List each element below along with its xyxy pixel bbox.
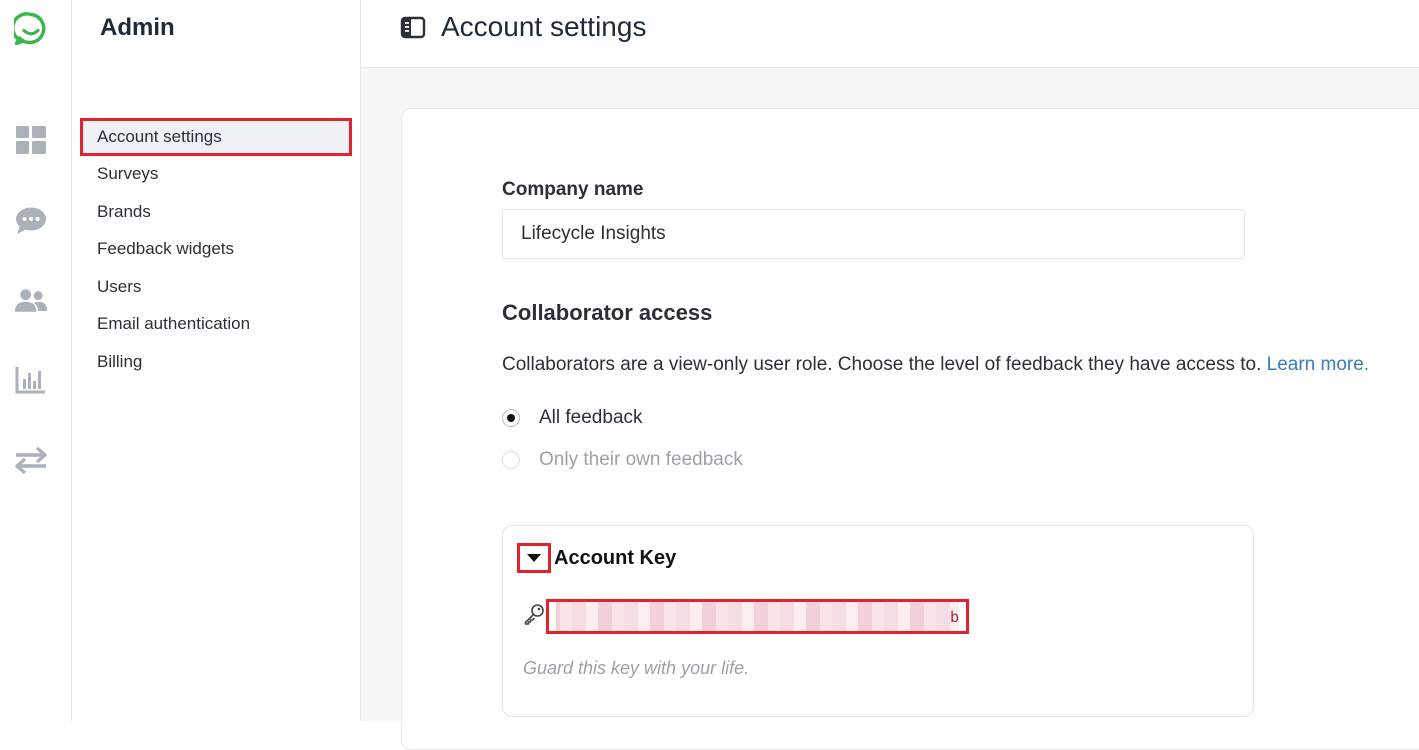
dashboard-icon[interactable] (14, 123, 48, 157)
sidebar-item-users[interactable]: Users (80, 268, 352, 306)
settings-card: Company name Collaborator access Collabo… (401, 108, 1419, 750)
radio-label: Only their own feedback (539, 449, 743, 470)
admin-sidebar: Admin Account settings Surveys Brands Fe… (72, 0, 361, 721)
collaborator-access-title: Collaborator access (502, 300, 713, 325)
radio-own-feedback[interactable]: Only their own feedback (502, 449, 743, 471)
collaborator-description-text: Collaborators are a view-only user role.… (502, 354, 1262, 375)
chat-logo-icon[interactable] (11, 12, 48, 46)
sidebar-item-feedback-widgets[interactable]: Feedback widgets (80, 231, 352, 269)
radio-label: All feedback (539, 407, 643, 428)
page-header: Account settings (361, 0, 1419, 68)
learn-more-link[interactable]: Learn more. (1267, 354, 1369, 375)
redacted-key-mask (556, 609, 950, 625)
feedback-icon[interactable] (14, 204, 48, 238)
integrations-icon[interactable] (14, 443, 48, 477)
radio-button-unchecked[interactable] (502, 451, 520, 469)
company-name-label: Company name (502, 179, 644, 200)
main-content: Company name Collaborator access Collabo… (361, 68, 1419, 750)
sidebar-item-billing[interactable]: Billing (80, 343, 352, 381)
key-icon (523, 603, 545, 625)
people-icon[interactable] (14, 284, 48, 318)
account-key-panel: Account Key b Guard this key with your l… (502, 525, 1254, 717)
sidebar-item-email-authentication[interactable]: Email authentication (80, 306, 352, 344)
account-key-hint: Guard this key with your life. (523, 658, 750, 678)
caret-down-icon (527, 554, 541, 562)
sidebar-item-surveys[interactable]: Surveys (80, 156, 352, 194)
account-key-visible-char: b (949, 607, 959, 626)
radio-button-checked[interactable] (502, 409, 520, 427)
icon-rail (0, 0, 72, 721)
radio-all-feedback[interactable]: All feedback (502, 407, 643, 429)
admin-menu: Account settings Surveys Brands Feedback… (80, 118, 352, 381)
sidebar-item-brands[interactable]: Brands (80, 193, 352, 231)
account-key-toggle[interactable] (517, 543, 551, 573)
company-name-input[interactable] (502, 209, 1245, 259)
sidebar-layout-icon[interactable] (400, 15, 426, 41)
analytics-icon[interactable] (14, 363, 48, 397)
collaborator-description: Collaborators are a view-only user role.… (502, 354, 1369, 376)
page-title: Account settings (441, 11, 647, 42)
sidebar-title: Admin (100, 14, 175, 41)
account-key-title: Account Key (554, 547, 677, 569)
account-key-value[interactable]: b (546, 599, 969, 634)
sidebar-item-account-settings[interactable]: Account settings (80, 118, 352, 156)
